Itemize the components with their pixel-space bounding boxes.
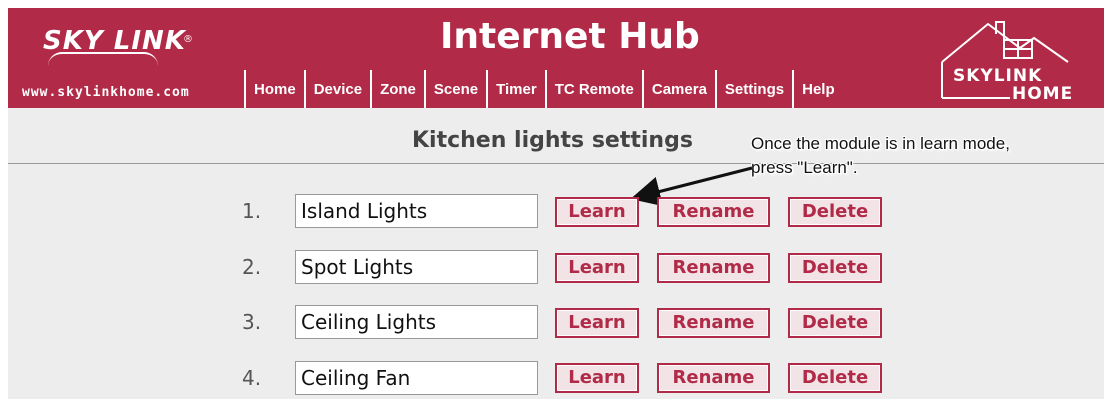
learn-button[interactable]: Learn	[555, 197, 639, 227]
row-number: 4.	[242, 366, 262, 390]
header-bar: SKY LINK ® www.skylinkhome.com Internet …	[8, 8, 1104, 110]
learn-button[interactable]: Learn	[555, 308, 639, 338]
rename-button[interactable]: Rename	[657, 308, 770, 338]
callout-line-2: press "Learn".	[751, 158, 858, 177]
nav-item-camera[interactable]: Camera	[641, 70, 715, 110]
help-callout: Once the module is in learn mode, press …	[751, 132, 1010, 180]
delete-button[interactable]: Delete	[788, 308, 882, 338]
device-name-input[interactable]	[295, 305, 538, 339]
main-nav: Home Device Zone Scene Timer TC Remote C…	[244, 68, 843, 112]
row-number: 3.	[242, 310, 262, 334]
logo-swoosh-icon	[48, 52, 158, 66]
page-title: Kitchen lights settings	[412, 128, 693, 153]
delete-button[interactable]: Delete	[788, 363, 882, 393]
nav-item-home[interactable]: Home	[244, 70, 304, 110]
nav-item-help[interactable]: Help	[792, 70, 843, 110]
device-name-input[interactable]	[295, 361, 538, 395]
delete-button[interactable]: Delete	[788, 253, 882, 283]
rename-button[interactable]: Rename	[657, 253, 770, 283]
device-name-input[interactable]	[295, 250, 538, 284]
home-logo-text-2: HOME	[1012, 84, 1074, 104]
app-title: Internet Hub	[440, 16, 700, 57]
registered-mark: ®	[183, 34, 193, 45]
nav-item-settings[interactable]: Settings	[714, 70, 792, 110]
learn-button[interactable]: Learn	[555, 363, 639, 393]
callout-line-1: Once the module is in learn mode,	[751, 134, 1010, 153]
learn-button[interactable]: Learn	[555, 253, 639, 283]
device-name-input[interactable]	[295, 194, 538, 228]
home-logo-text-1: SKYLINK	[953, 66, 1043, 86]
nav-item-timer[interactable]: Timer	[486, 70, 545, 110]
nav-item-device[interactable]: Device	[303, 70, 370, 110]
nav-item-scene[interactable]: Scene	[423, 70, 486, 110]
row-number: 1.	[242, 199, 262, 223]
row-number: 2.	[242, 255, 262, 279]
website-text: www.skylinkhome.com	[22, 85, 190, 100]
nav-item-tc-remote[interactable]: TC Remote	[544, 70, 642, 110]
delete-button[interactable]: Delete	[788, 197, 882, 227]
rename-button[interactable]: Rename	[657, 363, 770, 393]
rename-button[interactable]: Rename	[657, 197, 770, 227]
nav-item-zone[interactable]: Zone	[370, 70, 424, 110]
